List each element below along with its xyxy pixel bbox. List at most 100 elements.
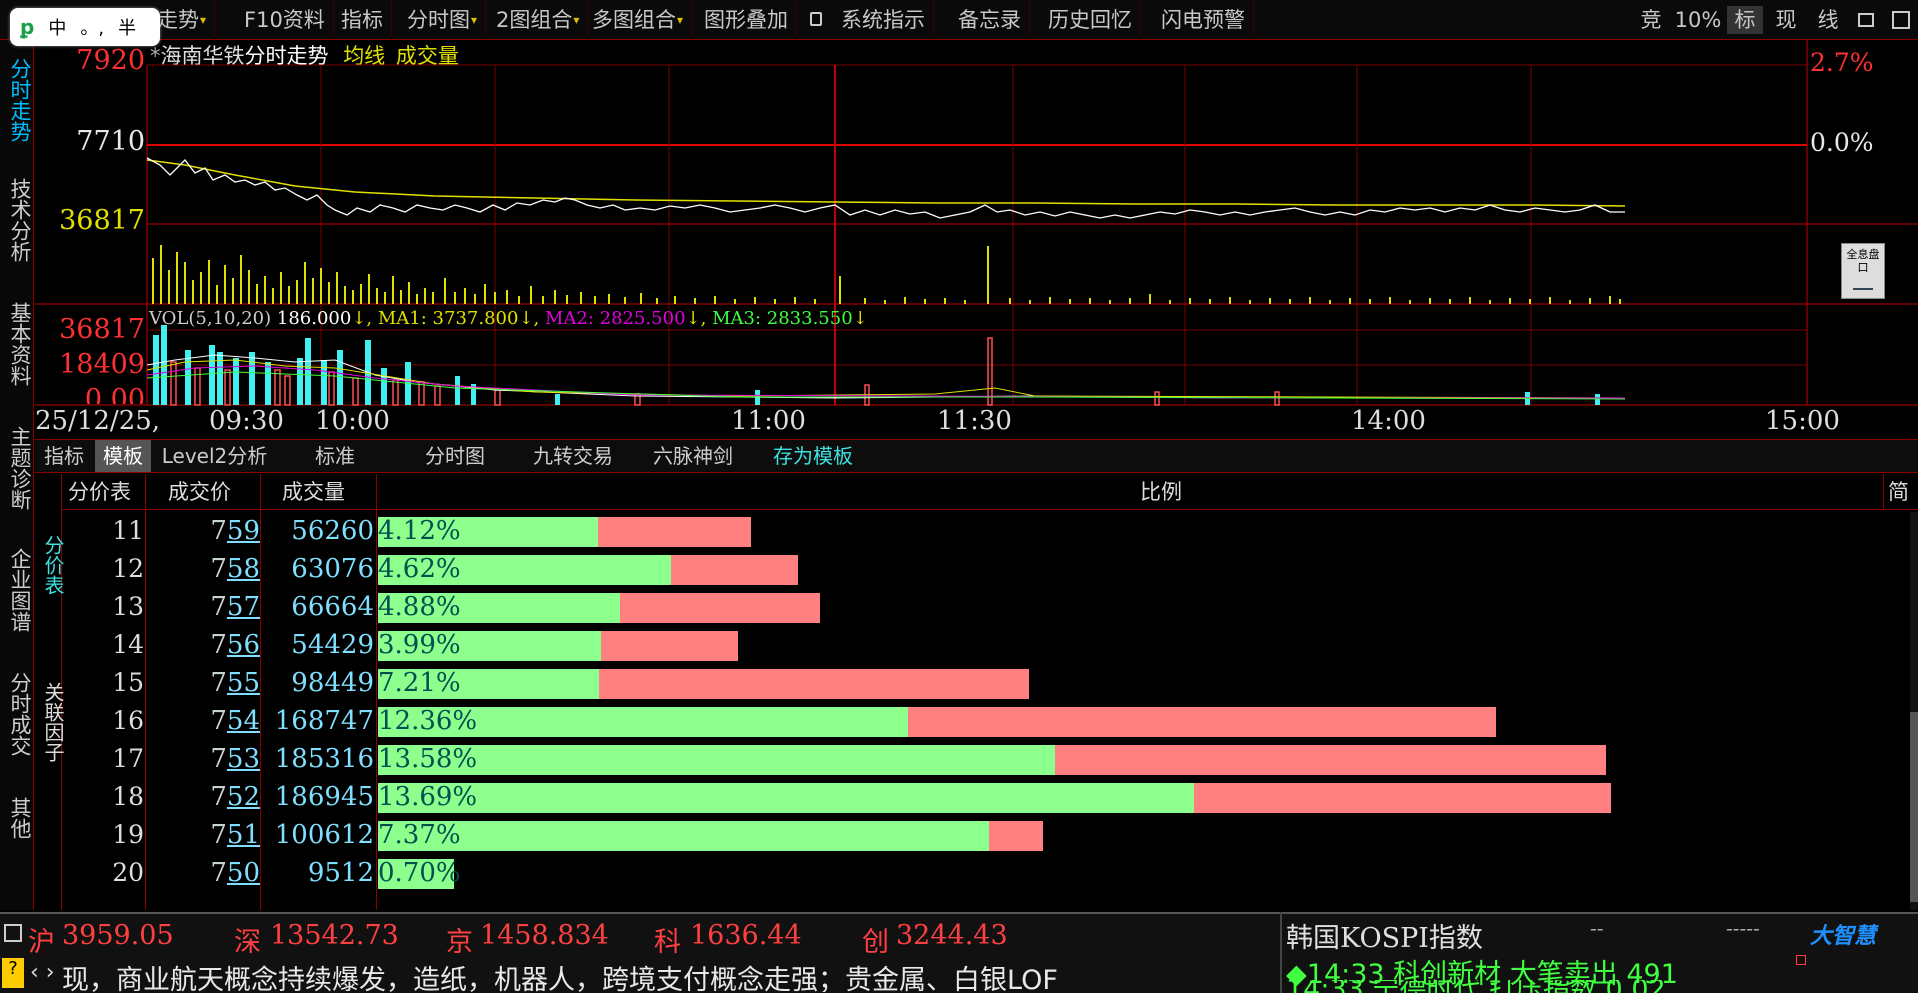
intraday-chart[interactable]: *海南华铁分时走势 均线 成交量 7920 7710 36817 2.7% 0.…: [35, 40, 1918, 440]
table-row[interactable]: 19 751 100612 7.37%: [0, 816, 1910, 854]
th-price[interactable]: 成交价: [168, 474, 268, 510]
tab-fenshitu[interactable]: 分时图: [400, 440, 510, 472]
tab-save-template[interactable]: 存为模板: [755, 440, 871, 472]
ratio-bar-red: [1055, 745, 1606, 775]
vol-indicator-header: VOL(5,10,20) 186.000↓, MA1: 3737.800↓, M…: [149, 308, 868, 329]
news-prev-next[interactable]: ‹ ›: [30, 960, 55, 985]
ratio-bar-red: [598, 517, 751, 547]
avg-price-line: [146, 159, 1626, 207]
tab-jiuzhuan[interactable]: 九转交易: [515, 440, 631, 472]
ime-toolbar[interactable]: ꝑ 中 。, 半: [10, 8, 160, 46]
table-row[interactable]: 18 752 186945 13.69%: [0, 778, 1910, 816]
table-row[interactable]: 11 759 56260 4.12%: [0, 512, 1910, 550]
kospi-name[interactable]: 韩国KOSPI指数: [1286, 916, 1483, 955]
menu-f10[interactable]: F10资料: [236, 0, 334, 40]
btn-line[interactable]: 线: [1810, 6, 1846, 34]
table-row[interactable]: 14 756 54429 3.99%: [0, 626, 1910, 664]
table-row[interactable]: 15 755 98449 7.21%: [0, 664, 1910, 702]
vol-label-1: 36817: [59, 314, 145, 345]
window-restore-icon[interactable]: [1858, 13, 1874, 27]
tab-standard[interactable]: 标准: [280, 440, 390, 472]
ime-halfwidth[interactable]: 半: [118, 14, 136, 40]
table-row[interactable]: 20 750 9512 0.70%: [0, 854, 1910, 892]
th-fenjia[interactable]: 分价表: [68, 474, 148, 510]
window-maximize-icon[interactable]: [1892, 11, 1910, 29]
time-date: 25/12/25,: [35, 406, 161, 436]
row-ratio-text: 0.70%: [378, 858, 461, 888]
menu-flash-alert[interactable]: 闪电预警: [1153, 0, 1254, 40]
tab-template[interactable]: 模板: [95, 440, 151, 472]
alert-line-2: 14:33 宁德时代 打压指数 0.02: [1286, 980, 1886, 993]
ime-logo-icon: ꝑ: [20, 15, 35, 39]
price-label-mid: 7710: [76, 126, 145, 157]
row-volume: 56260: [291, 516, 374, 546]
btn-jing[interactable]: 竞: [1633, 6, 1669, 34]
news-ticker[interactable]: 现，商业航天概念持续爆发，造纸，机器人，跨境支付概念走强；贵金属、白银LOF: [62, 958, 1272, 992]
nav-fenshi[interactable]: 分时走势: [3, 48, 32, 152]
row-volume: 63076: [291, 554, 374, 584]
row-ratio-text: 7.21%: [378, 668, 461, 698]
tab-level2[interactable]: Level2分析: [152, 440, 277, 472]
vol-label-upper: 36817: [59, 205, 145, 236]
index-sz[interactable]: 13542.73: [270, 920, 399, 951]
ratio-bar-red: [671, 555, 798, 585]
ime-punctuation[interactable]: 。,: [80, 14, 104, 40]
row-volume: 100612: [274, 820, 374, 850]
btn-xian[interactable]: 现: [1768, 6, 1804, 34]
pct-label-top: 2.7%: [1810, 48, 1874, 77]
time-1130: 11:30: [937, 406, 1012, 436]
ratio-bar-red: [599, 669, 1029, 699]
time-1000: 10:00: [315, 406, 390, 436]
window-icon[interactable]: [4, 924, 22, 942]
menu-multi-chart[interactable]: 多图组合▾: [584, 0, 693, 40]
row-volume: 185316: [274, 744, 374, 774]
th-volume[interactable]: 成交量: [282, 474, 382, 510]
th-simple[interactable]: 简: [1888, 474, 1918, 510]
row-volume: 186945: [274, 782, 374, 812]
row-ratio-text: 12.36%: [378, 706, 478, 736]
menu-memo[interactable]: 备忘录: [950, 0, 1030, 40]
row-ratio-text: 3.99%: [378, 630, 461, 660]
full-orderbook-button[interactable]: 全息盘口: [1841, 243, 1885, 299]
tab-liumai[interactable]: 六脉神剑: [635, 440, 751, 472]
table-row[interactable]: 17 753 185316 13.58%: [0, 740, 1910, 778]
th-ratio[interactable]: 比例: [1140, 474, 1200, 510]
row-ratio-text: 4.62%: [378, 554, 461, 584]
menu-system-indicator[interactable]: 系统指示: [833, 0, 934, 40]
index-sz-label: 深: [234, 927, 261, 958]
alert-close-icon[interactable]: [1796, 955, 1806, 965]
ime-chinese-mode[interactable]: 中: [48, 14, 66, 40]
index-bj-label: 京: [446, 927, 473, 958]
nav-technical[interactable]: 技术分析: [3, 168, 32, 272]
index-kc[interactable]: 1636.44: [690, 920, 802, 951]
index-cy[interactable]: 3244.43: [896, 920, 1008, 951]
table-row[interactable]: 16 754 168747 12.36%: [0, 702, 1910, 740]
index-bj[interactable]: 1458.834: [480, 920, 609, 951]
row-ratio-text: 4.88%: [378, 592, 461, 622]
row-ratio-text: 7.37%: [378, 820, 461, 850]
ratio-bar-red: [989, 821, 1043, 851]
price-line: [146, 157, 1625, 219]
menu-history[interactable]: 历史回忆: [1040, 0, 1141, 40]
nav-basic-info[interactable]: 基本资料: [3, 292, 32, 396]
ratio-bar-green: [378, 745, 1055, 775]
table-scrollbar[interactable]: [1910, 512, 1918, 910]
tab-indicator[interactable]: 指标: [36, 440, 92, 472]
btn-10pct[interactable]: 10%: [1673, 6, 1723, 34]
price-label-top: 7920: [76, 45, 145, 76]
kospi-v1: --: [1590, 916, 1604, 940]
menu-overlay[interactable]: 图形叠加: [696, 0, 797, 40]
scrollbar-thumb[interactable]: [1910, 712, 1918, 902]
table-row[interactable]: 12 758 63076 4.62%: [0, 550, 1910, 588]
ratio-bar-red: [908, 707, 1496, 737]
news-alert-icon[interactable]: ?: [2, 958, 24, 988]
btn-biao[interactable]: 标: [1727, 6, 1763, 34]
index-sh[interactable]: 3959.05: [62, 920, 174, 951]
lock-icon[interactable]: [810, 12, 822, 26]
table-row[interactable]: 13 757 66664 4.88%: [0, 588, 1910, 626]
menu-two-chart[interactable]: 2图组合▾: [488, 0, 589, 40]
top-menu-bar: 时走势▾ F10资料 指标 分时图▾ 2图组合▾ 多图组合▾ 图形叠加 系统指示…: [0, 0, 1918, 40]
menu-indicator[interactable]: 指标: [333, 0, 392, 40]
nav-theme[interactable]: 主题诊断: [3, 416, 32, 520]
menu-fenshitu[interactable]: 分时图▾: [399, 0, 487, 40]
